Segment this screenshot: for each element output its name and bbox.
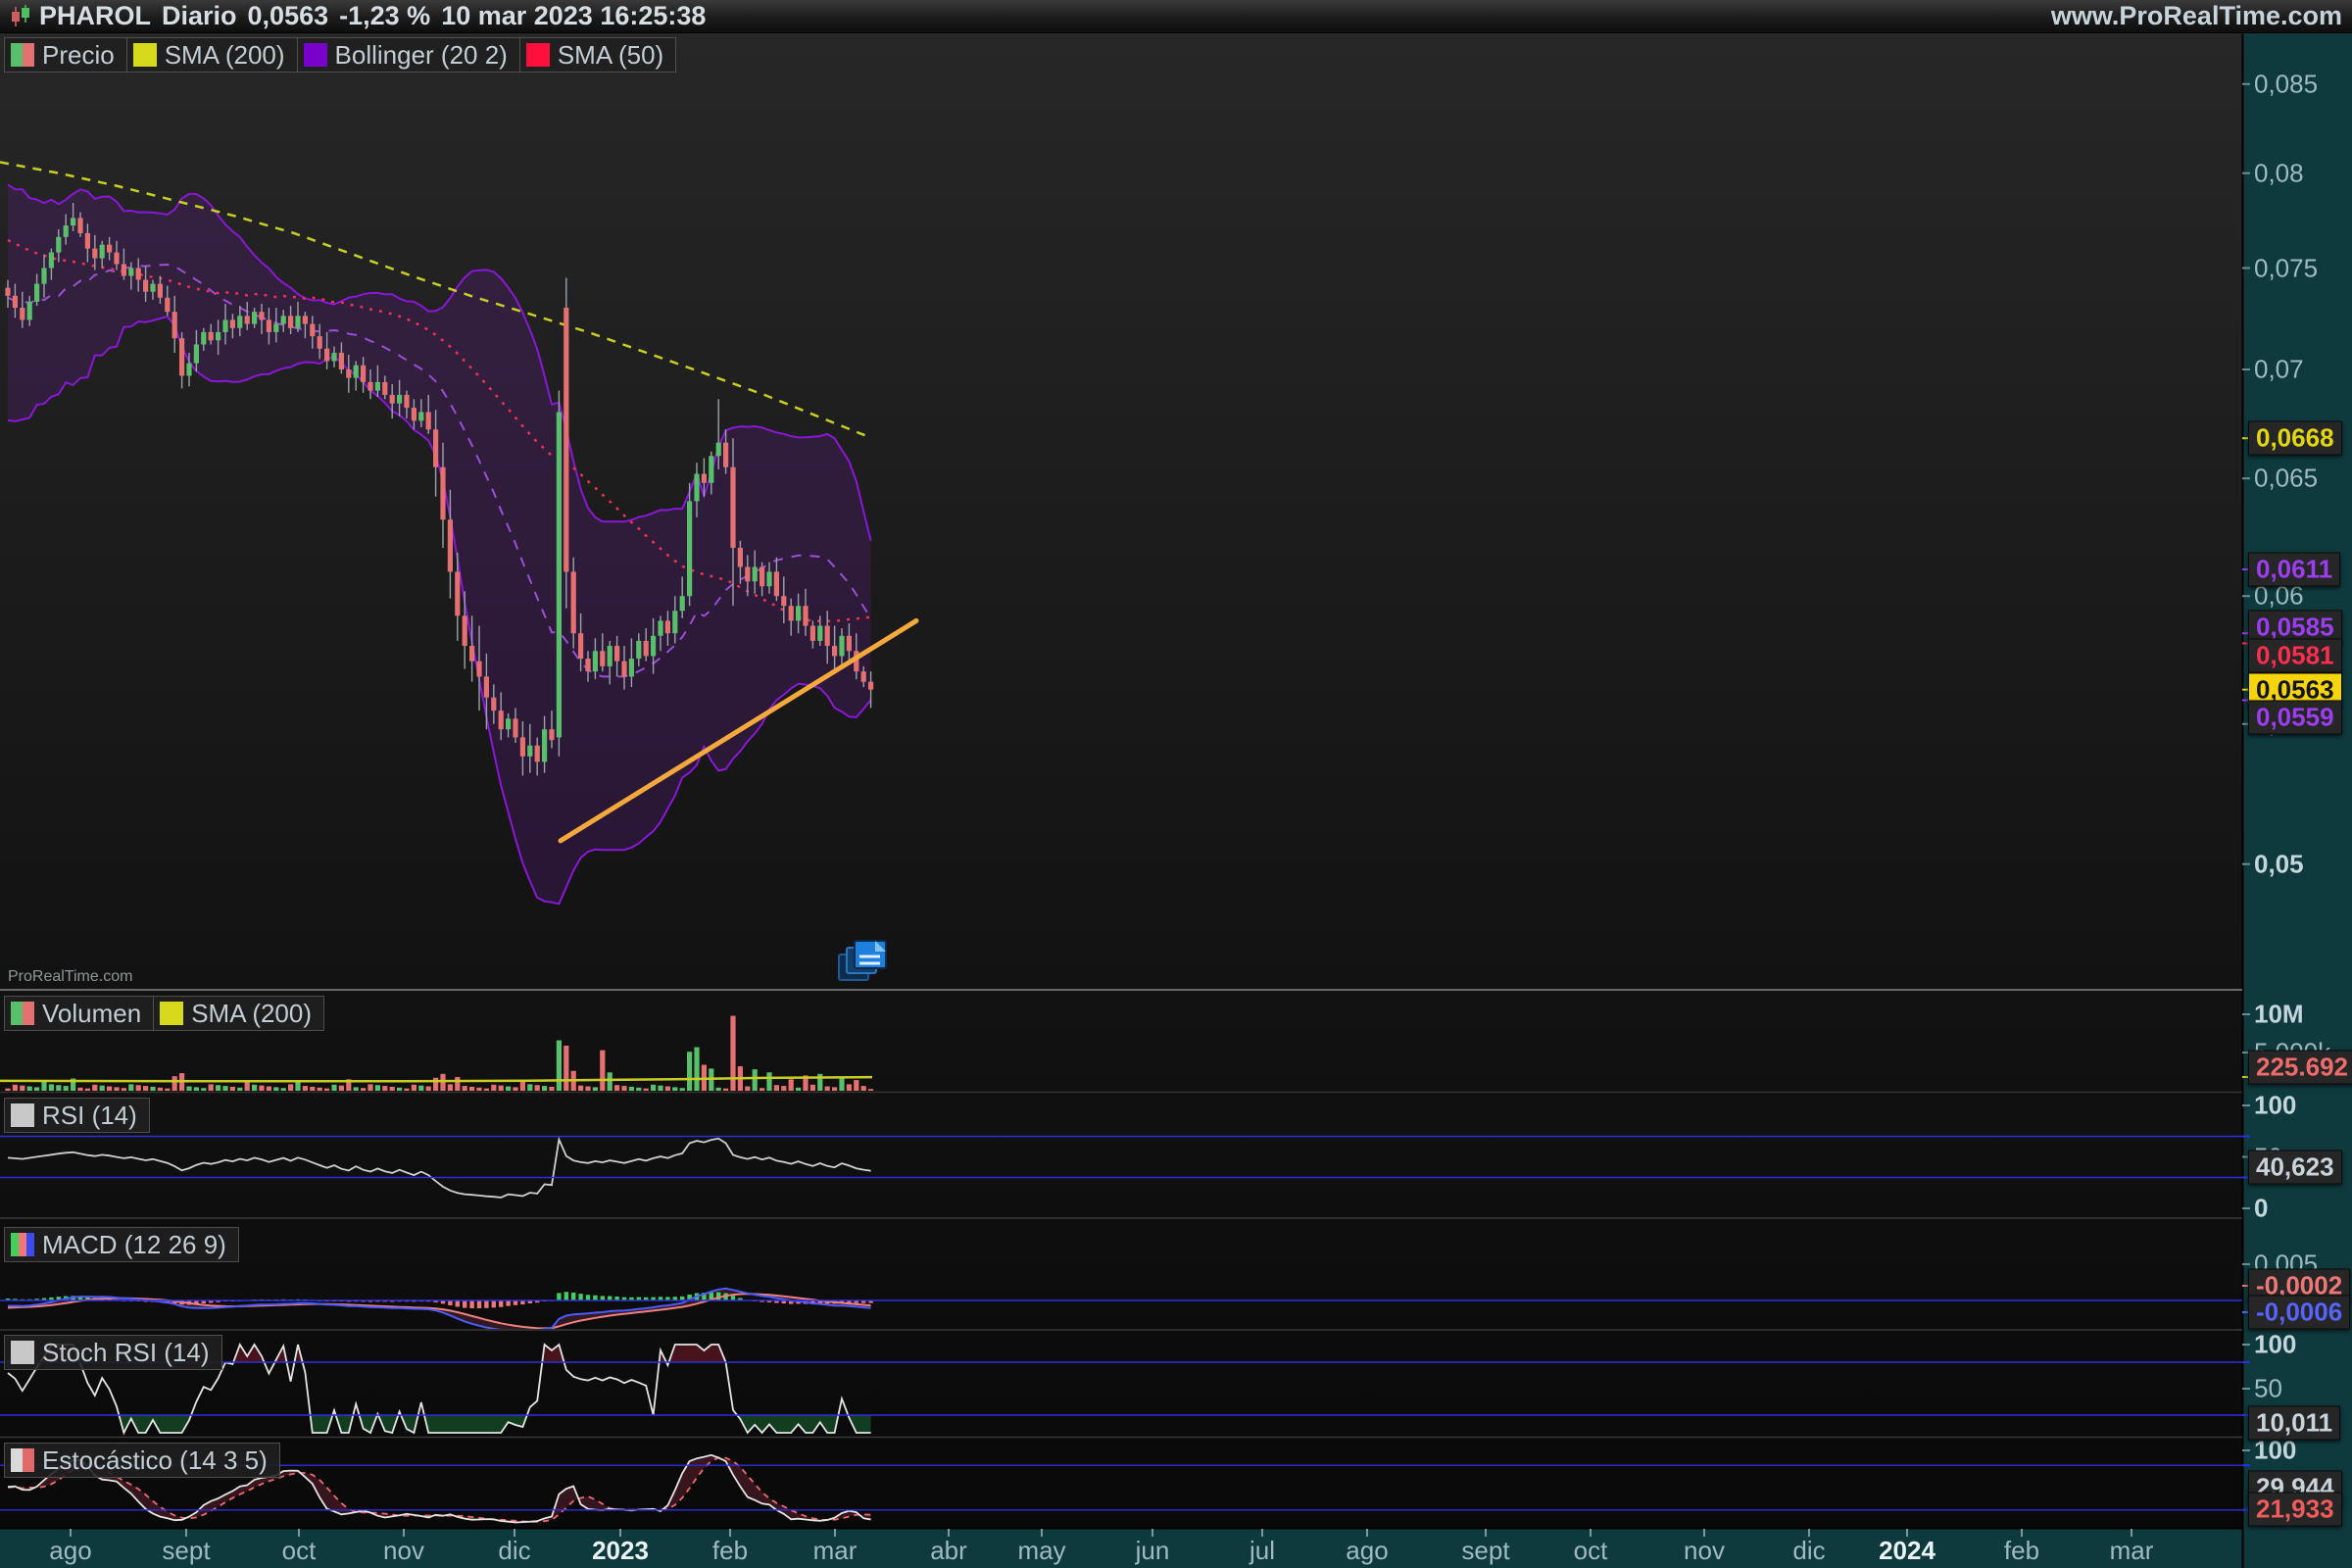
indicator-value-badge: 0,0581 xyxy=(2248,639,2342,673)
prorealtime-watermark: www.ProRealTime.com xyxy=(2051,1,2342,31)
time-axis-label: dic xyxy=(1792,1536,1825,1566)
time-axis-label: sept xyxy=(162,1536,210,1566)
price-legend-row: Precio SMA (200) Bollinger (20 2) SMA (50) xyxy=(4,37,675,73)
indicator-color-swatch-icon xyxy=(133,43,157,67)
volume-legend-row: Volumen SMA (200) xyxy=(4,996,323,1031)
price-scale-tick: 0,08 xyxy=(2254,158,2304,188)
price-up-down-swatch-icon xyxy=(11,43,34,67)
time-axis-label: 2023 xyxy=(592,1536,649,1566)
stochrsi-legend-row: Stoch RSI (14) xyxy=(4,1335,221,1370)
time-axis-label: feb xyxy=(2004,1536,2039,1566)
indicator-value-badge: 0,0611 xyxy=(2248,553,2340,587)
rsi-scale-tick: 100 xyxy=(2254,1091,2296,1121)
change-percent: -1,23 % xyxy=(339,1,430,31)
stochrsi-scale-tick: 50 xyxy=(2254,1374,2282,1404)
last-price: 0,0563 xyxy=(248,1,329,31)
indicator-color-swatch-icon xyxy=(160,1002,183,1025)
indicator-color-swatch-icon xyxy=(11,1103,34,1127)
indicator-value-badge: 0,0559 xyxy=(2248,701,2342,735)
rsi-scale-tick: 0 xyxy=(2254,1194,2268,1224)
volume-value-badge: 225.692 xyxy=(2248,1051,2352,1085)
stochastic-legend-item[interactable]: Estocástico (14 3 5) xyxy=(4,1443,280,1478)
time-axis-label: feb xyxy=(712,1536,748,1566)
instrument-candle-icon xyxy=(10,5,31,28)
time-axis-label: sept xyxy=(1461,1536,1509,1566)
macd-value-badge: -0,0006 xyxy=(2248,1296,2350,1330)
legend-label: SMA (50) xyxy=(558,40,663,71)
macd-swatch-icon xyxy=(11,1233,34,1256)
legend-label: RSI (14) xyxy=(42,1101,137,1131)
stochastic-value-badge: 21,933 xyxy=(2248,1493,2342,1527)
time-axis-label: oct xyxy=(1574,1536,1608,1566)
legend-label: Stoch RSI (14) xyxy=(42,1338,210,1368)
indicator-color-swatch-icon xyxy=(11,1341,34,1364)
volume-legend-item[interactable]: SMA (200) xyxy=(153,996,324,1031)
macd-legend-row: MACD (12 26 9) xyxy=(4,1227,238,1262)
stochastic-swatch-icon xyxy=(11,1448,34,1472)
symbol-name: PHAROL xyxy=(39,1,151,31)
indicator-color-swatch-icon xyxy=(526,43,550,67)
rsi-value-badge: 40,623 xyxy=(2248,1151,2342,1185)
time-axis-label: jun xyxy=(1136,1536,1170,1566)
price-scale-tick: 0,065 xyxy=(2254,464,2318,494)
time-axis-label: nov xyxy=(1684,1536,1725,1566)
legend-label: SMA (200) xyxy=(165,40,285,71)
stochrsi-scale-tick: 100 xyxy=(2254,1330,2296,1360)
legend-label: Precio xyxy=(42,40,115,71)
time-axis-label: mar xyxy=(2110,1536,2154,1566)
price-legend-item[interactable]: Precio xyxy=(4,37,127,73)
price-scale-tick: 0,075 xyxy=(2254,253,2318,283)
indicator-color-swatch-icon xyxy=(304,43,327,67)
time-axis-label: oct xyxy=(282,1536,317,1566)
time-axis-label: abr xyxy=(930,1536,967,1566)
title-bar: PHAROL Diario 0,0563 -1,23 % 10 mar 2023… xyxy=(0,0,2352,33)
prorealtime-small-brand: ProRealTime.com xyxy=(8,968,132,986)
price-scale-tick: 0,07 xyxy=(2254,355,2304,385)
legend-label: Volumen xyxy=(42,999,141,1029)
volume-scale-tick: 10M xyxy=(2254,1000,2304,1030)
legend-label: Estocástico (14 3 5) xyxy=(42,1446,268,1476)
time-axis-label: may xyxy=(1017,1536,1065,1566)
stochastic-legend-row: Estocástico (14 3 5) xyxy=(4,1443,279,1478)
time-axis-label: mar xyxy=(813,1536,858,1566)
price-legend-item[interactable]: SMA (50) xyxy=(519,37,676,73)
time-axis-label: ago xyxy=(1346,1536,1388,1566)
macd-legend-item[interactable]: MACD (12 26 9) xyxy=(4,1227,239,1262)
time-axis-label: ago xyxy=(49,1536,91,1566)
rsi-legend-item[interactable]: RSI (14) xyxy=(4,1098,150,1133)
price-legend-item[interactable]: Bollinger (20 2) xyxy=(297,37,520,73)
timeframe-label: Diario xyxy=(162,1,237,31)
price-scale-tick: 0,085 xyxy=(2254,69,2318,99)
chart-canvas[interactable] xyxy=(0,0,2352,1568)
legend-label: MACD (12 26 9) xyxy=(42,1230,226,1260)
price-scale-tick: 0,05 xyxy=(2254,849,2304,879)
legend-label: SMA (200) xyxy=(191,999,312,1029)
time-axis-label: nov xyxy=(383,1536,424,1566)
quote-datetime: 10 mar 2023 16:25:38 xyxy=(441,1,706,31)
price-legend-item[interactable]: SMA (200) xyxy=(126,37,298,73)
stochrsi-value-badge: 10,011 xyxy=(2248,1406,2340,1441)
time-axis-label: jul xyxy=(1250,1536,1275,1566)
indicator-value-badge: 0,0668 xyxy=(2248,421,2342,456)
stochrsi-legend-item[interactable]: Stoch RSI (14) xyxy=(4,1335,222,1370)
rsi-legend-row: RSI (14) xyxy=(4,1098,149,1133)
legend-label: Bollinger (20 2) xyxy=(335,40,508,71)
price-up-down-swatch-icon xyxy=(11,1002,34,1025)
time-axis-label: dic xyxy=(498,1536,530,1566)
time-axis-label: 2024 xyxy=(1879,1536,1936,1566)
volume-legend-item[interactable]: Volumen xyxy=(4,996,154,1031)
